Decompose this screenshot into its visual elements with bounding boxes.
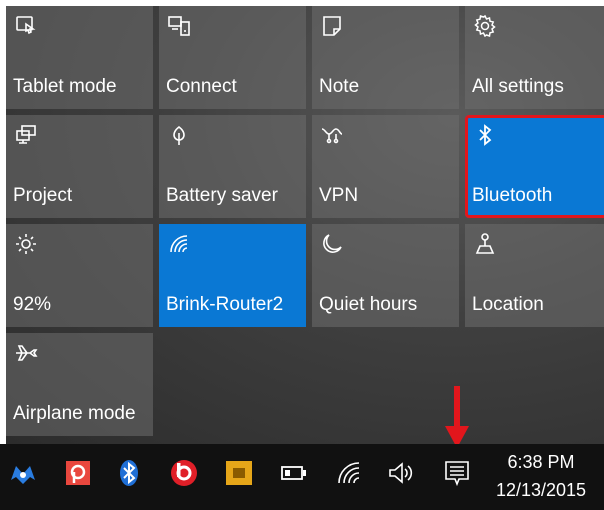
tile-connect[interactable]: Connect bbox=[159, 6, 306, 109]
wifi-icon bbox=[167, 232, 191, 256]
action-center-panel: Tablet mode Connect Note All settings Pr… bbox=[6, 6, 604, 444]
wifi-tray-icon[interactable] bbox=[332, 456, 366, 490]
tile-all-settings[interactable]: All settings bbox=[465, 6, 604, 109]
beats-icon[interactable] bbox=[167, 456, 201, 490]
tile-label: Battery saver bbox=[166, 185, 278, 206]
tile-quiet-hours[interactable]: Quiet hours bbox=[312, 224, 459, 327]
media-icon[interactable] bbox=[222, 456, 256, 490]
tile-label: Note bbox=[319, 76, 360, 97]
taskbar: 6:38 PM 12/13/2015 bbox=[0, 444, 604, 510]
bluetooth-icon bbox=[473, 123, 497, 147]
bluetooth-tray-icon[interactable] bbox=[112, 456, 146, 490]
red-arrow-annotation bbox=[445, 386, 469, 448]
tile-project[interactable]: Project bbox=[6, 115, 153, 218]
tablet-mode-icon bbox=[14, 14, 38, 38]
tile-label: Airplane mode bbox=[13, 403, 136, 424]
tile-label: Project bbox=[13, 185, 73, 206]
malwarebytes-icon[interactable] bbox=[6, 456, 40, 490]
battery-icon[interactable] bbox=[277, 456, 311, 490]
tile-wifi-network[interactable]: Brink-Router2 bbox=[159, 224, 306, 327]
tile-label: Tablet mode bbox=[13, 76, 117, 97]
note-icon bbox=[320, 14, 344, 38]
tile-battery-saver[interactable]: Battery saver bbox=[159, 115, 306, 218]
tile-label: Location bbox=[472, 294, 544, 315]
tile-label: Bluetooth bbox=[472, 185, 553, 206]
moon-icon bbox=[320, 232, 344, 256]
clock-time: 6:38 PM bbox=[507, 452, 575, 472]
vpn-icon bbox=[320, 123, 344, 147]
project-icon bbox=[14, 123, 38, 147]
taskbar-clock[interactable]: 6:38 PM 12/13/2015 bbox=[482, 448, 600, 504]
tile-label: All settings bbox=[472, 76, 564, 97]
action-center-icon[interactable] bbox=[440, 456, 474, 490]
tile-airplane-mode[interactable]: Airplane mode bbox=[6, 333, 153, 436]
brightness-icon bbox=[14, 232, 38, 256]
clock-date: 12/13/2015 bbox=[495, 480, 587, 500]
tile-brightness[interactable]: 92% bbox=[6, 224, 153, 327]
tile-label: 92% bbox=[13, 294, 52, 315]
pushbullet-icon[interactable] bbox=[61, 456, 95, 490]
tile-vpn[interactable]: VPN bbox=[312, 115, 459, 218]
tile-label: Connect bbox=[166, 76, 237, 97]
tile-label: VPN bbox=[319, 185, 359, 206]
tile-bluetooth[interactable]: Bluetooth bbox=[465, 115, 604, 218]
gear-icon bbox=[473, 14, 497, 38]
connect-icon bbox=[167, 14, 191, 38]
tile-tablet-mode[interactable]: Tablet mode bbox=[6, 6, 153, 109]
volume-icon[interactable] bbox=[384, 456, 418, 490]
tile-note[interactable]: Note bbox=[312, 6, 459, 109]
airplane-icon bbox=[14, 341, 38, 365]
location-icon bbox=[473, 232, 497, 256]
battery-saver-icon bbox=[167, 123, 191, 147]
tile-label: Brink-Router2 bbox=[166, 294, 284, 315]
tile-location[interactable]: Location bbox=[465, 224, 604, 327]
tile-label: Quiet hours bbox=[319, 294, 418, 315]
